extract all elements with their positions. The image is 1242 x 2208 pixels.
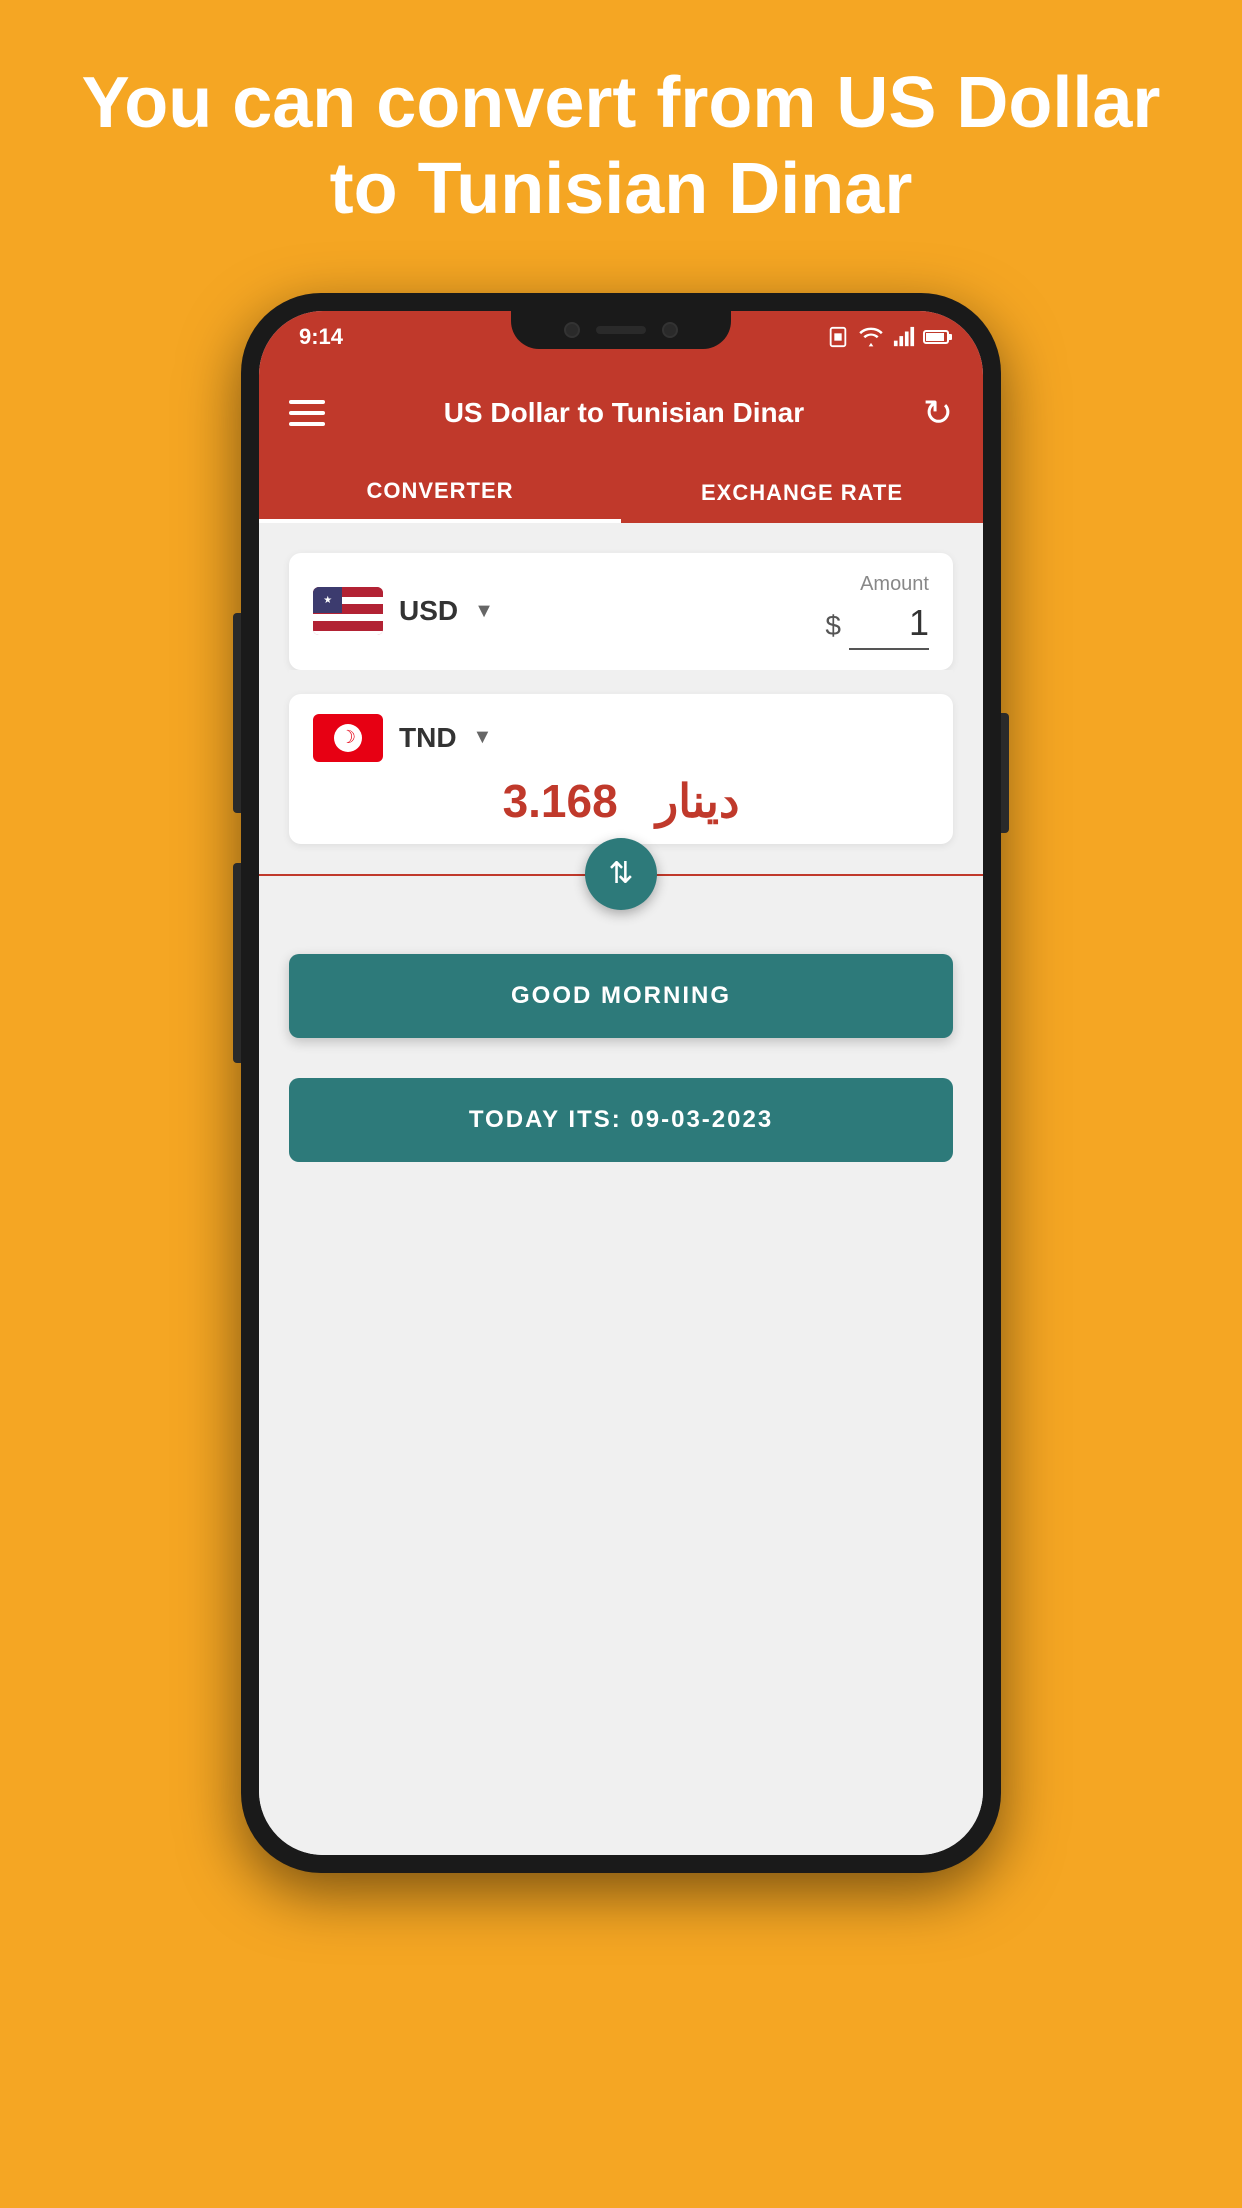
swap-button[interactable]: ⇅	[585, 838, 657, 910]
currency-symbol-usd: $	[825, 610, 841, 642]
status-icons	[827, 326, 953, 348]
amount-label: Amount	[825, 573, 929, 596]
to-currency-code: TND	[399, 722, 457, 754]
hero-text: You can convert from US Dollar to Tunisi…	[0, 0, 1242, 283]
phone-device: 9:14	[241, 293, 1001, 1873]
menu-button[interactable]	[289, 400, 325, 426]
menu-line-1	[289, 400, 325, 404]
face-sensor	[596, 326, 646, 334]
front-camera-2	[662, 322, 678, 338]
from-currency-dropdown[interactable]: ▼	[474, 600, 494, 623]
menu-line-3	[289, 422, 325, 426]
usd-flag: ★	[313, 587, 383, 635]
flag-us-stripes: ★	[313, 587, 383, 635]
tab-bar: CONVERTER EXCHANGE RATE	[259, 463, 983, 523]
good-morning-button[interactable]: GOOD MORNING	[289, 954, 953, 1038]
tnd-flag: ☽	[313, 714, 383, 762]
currency-divider	[289, 670, 953, 694]
status-time: 9:14	[289, 324, 343, 350]
today-button[interactable]: TODAY ITS: 09-03-2023	[289, 1078, 953, 1162]
flag-us-canton: ★	[313, 587, 342, 613]
flag-tn-crescent: ☽	[334, 724, 362, 752]
from-currency-row: ★ USD ▼ Amount $ 1	[289, 553, 953, 670]
signal-icon	[893, 326, 915, 348]
front-camera	[564, 322, 580, 338]
menu-line-2	[289, 411, 325, 415]
content-area: ★ USD ▼ Amount $ 1	[259, 523, 983, 1855]
tab-converter[interactable]: CONVERTER	[259, 463, 621, 523]
amount-value[interactable]: 1	[849, 602, 929, 650]
to-currency-dropdown[interactable]: ▼	[473, 726, 493, 749]
sim-icon	[827, 326, 849, 348]
swap-arrows-icon: ⇅	[608, 856, 633, 891]
phone-notch	[511, 311, 731, 349]
flag-us-star: ★	[323, 595, 332, 606]
from-currency-code: USD	[399, 595, 458, 627]
amount-section: Amount $ 1	[825, 573, 929, 650]
app-bar: US Dollar to Tunisian Dinar ↻	[259, 363, 983, 463]
from-currency-left: ★ USD ▼	[313, 587, 494, 635]
from-currency-top: ★ USD ▼ Amount $ 1	[313, 573, 929, 650]
swap-section: ⇅	[289, 844, 953, 904]
to-currency-left: ☽ TND ▼	[313, 714, 929, 762]
phone-screen: 9:14	[259, 311, 983, 1855]
battery-icon	[923, 326, 953, 348]
conversion-result: دينار 3.168	[313, 774, 929, 828]
action-buttons: GOOD MORNING TODAY ITS: 09-03-2023	[289, 954, 953, 1162]
amount-input-row: $ 1	[825, 602, 929, 650]
app-title: US Dollar to Tunisian Dinar	[325, 397, 923, 429]
refresh-button[interactable]: ↻	[923, 392, 953, 434]
to-currency-row: ☽ TND ▼ دينار 3.168	[289, 694, 953, 844]
wifi-icon	[857, 326, 885, 348]
tab-exchange-rate[interactable]: EXCHANGE RATE	[621, 463, 983, 523]
